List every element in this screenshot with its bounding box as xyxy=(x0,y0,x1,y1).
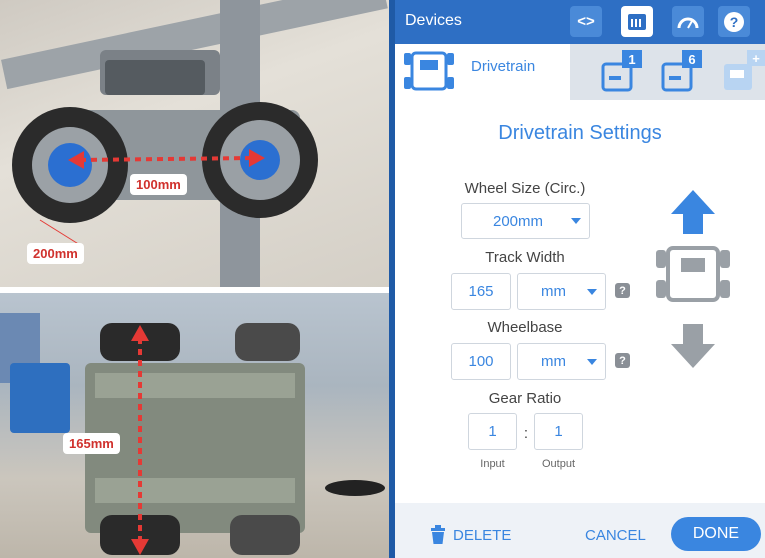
devices-title: Devices xyxy=(405,12,462,29)
reverse-arrow-icon[interactable] xyxy=(671,324,715,368)
track-width-field-label: Track Width xyxy=(485,249,565,266)
tab-drivetrain-label: Drivetrain xyxy=(471,58,536,75)
chevron-down-icon xyxy=(587,288,597,295)
gear-ratio-output[interactable]: 1 xyxy=(534,413,583,450)
help-button[interactable]: ? xyxy=(718,6,750,37)
wheelbase-input[interactable]: 100 xyxy=(451,343,511,380)
wheel-size-label: 200mm xyxy=(27,243,84,264)
brain-port-icon xyxy=(628,13,646,30)
port-tab-6[interactable]: 6 xyxy=(660,50,704,94)
trash-icon xyxy=(431,525,445,544)
track-width-label: 165mm xyxy=(63,433,120,454)
dashboard-button[interactable] xyxy=(672,6,704,37)
robot-bottom-illustration xyxy=(0,313,385,555)
robot-bottom-photo: 165mm xyxy=(0,293,389,558)
delete-label: DELETE xyxy=(453,526,512,544)
wheelbase-field-label: Wheelbase xyxy=(487,319,563,336)
code-icon: <> xyxy=(577,13,595,30)
wheelbase-unit: mm xyxy=(541,353,566,370)
dashboard-gauge-icon xyxy=(677,17,699,28)
settings-footer: DELETE CANCEL DONE xyxy=(395,503,765,558)
wheelbase-unit-select[interactable]: mm xyxy=(517,343,606,380)
drivetrain-direction-diagram xyxy=(656,190,730,368)
add-device-tab[interactable]: + xyxy=(721,50,765,94)
gear-ratio-field-label: Gear Ratio xyxy=(488,390,562,407)
wheel-size-select[interactable]: 200mm xyxy=(461,203,590,239)
wheelbase-help-icon[interactable]: ? xyxy=(615,353,630,368)
wheel-size-value: 200mm xyxy=(493,212,544,230)
track-width-input[interactable]: 165 xyxy=(451,273,511,310)
drivetrain-icon xyxy=(404,51,454,91)
port-badge-6: 6 xyxy=(682,50,702,68)
gear-ratio-input[interactable]: 1 xyxy=(468,413,517,450)
chevron-down-icon xyxy=(587,358,597,365)
gear-input-label: Input xyxy=(480,458,505,470)
add-badge: + xyxy=(747,50,765,66)
track-width-unit: mm xyxy=(541,283,566,300)
robot-top-photo: 100mm 200mm xyxy=(0,0,389,287)
help-icon: ? xyxy=(724,11,744,32)
track-width-unit-select[interactable]: mm xyxy=(517,273,606,310)
robot-icon xyxy=(656,246,730,302)
gear-output-label: Output xyxy=(541,458,576,470)
track-width-help-icon[interactable]: ? xyxy=(615,283,630,298)
code-button[interactable]: <> xyxy=(570,6,602,37)
cancel-button[interactable]: CANCEL xyxy=(585,527,646,544)
settings-heading: Drivetrain Settings xyxy=(498,122,662,144)
robot-photos: 100mm 200mm 165mm xyxy=(0,0,389,558)
gear-ratio-separator: : xyxy=(523,425,529,442)
wheel-size-field-label: Wheel Size (Circ.) xyxy=(464,180,586,197)
done-button[interactable]: DONE xyxy=(671,517,761,551)
devices-panel: Devices <> ? Drivetrain 1 6 + Drivetrain… xyxy=(395,0,765,558)
drivetrain-tab-icon-wrap[interactable] xyxy=(395,44,465,100)
wheel-track-label: 100mm xyxy=(130,174,187,195)
port-badge-1: 1 xyxy=(622,50,642,68)
devices-header: Devices <> ? xyxy=(395,0,765,44)
device-tabs: Drivetrain 1 6 + xyxy=(395,44,765,100)
delete-button[interactable]: DELETE xyxy=(429,525,511,545)
settings-content: Drivetrain Settings Wheel Size (Circ.) 2… xyxy=(395,100,765,503)
devices-button[interactable] xyxy=(621,6,653,37)
chevron-down-icon xyxy=(571,218,581,224)
tab-drivetrain[interactable]: Drivetrain xyxy=(465,44,570,100)
port-tab-1[interactable]: 1 xyxy=(600,50,644,94)
forward-arrow-icon[interactable] xyxy=(671,190,715,234)
